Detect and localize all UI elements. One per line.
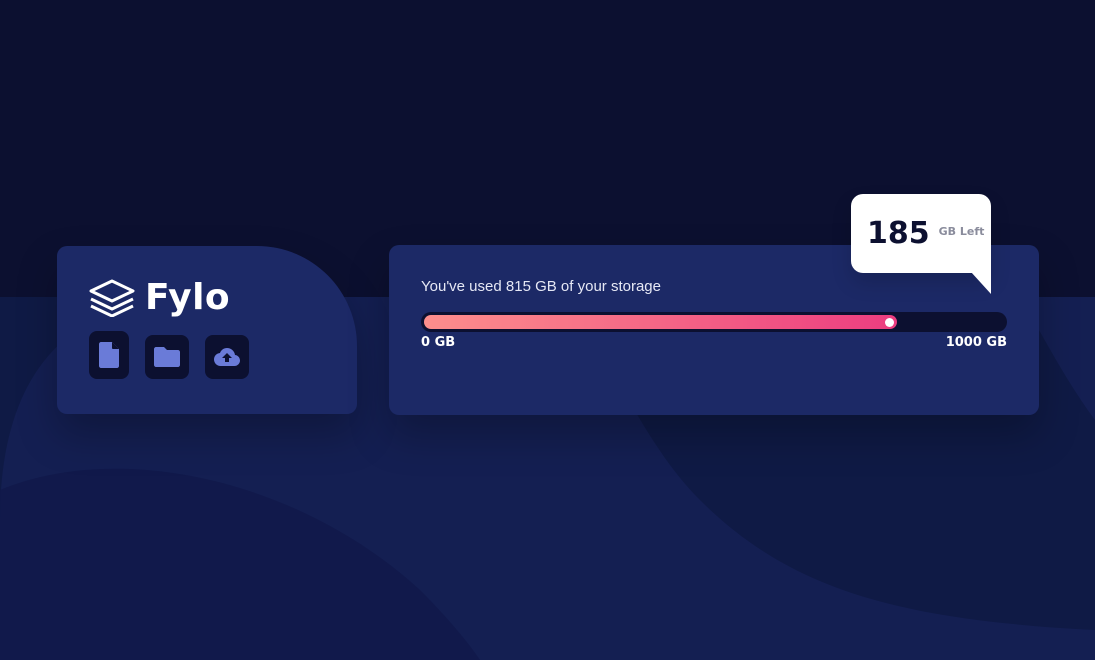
storage-usage-text: You've used 815 GB of your storage [421, 277, 1007, 297]
layers-logo-icon [89, 279, 135, 317]
usage-suffix: of your storage [556, 278, 661, 295]
file-icon [99, 342, 119, 368]
storage-progress-bar [421, 312, 1007, 332]
bubble-tail [971, 272, 991, 294]
remaining-bubble: 185 GB Left [851, 194, 991, 273]
logo: Fylo [89, 278, 357, 318]
upload-icon [214, 348, 240, 366]
folder-button[interactable] [145, 335, 189, 379]
folder-icon [154, 347, 180, 367]
min-label: 0 GB [421, 335, 456, 350]
upload-button[interactable] [205, 335, 249, 379]
usage-prefix: You've used [421, 278, 506, 295]
icon-toolbar [89, 331, 357, 379]
progress-knob [884, 317, 894, 327]
remaining-unit: GB Left [938, 225, 985, 238]
logo-text: Fylo [145, 277, 231, 318]
logo-card: Fylo [57, 246, 357, 414]
max-label: 1000 GB [945, 335, 1007, 350]
usage-value: 815 GB [505, 278, 557, 295]
progress-labels: 0 GB 1000 GB [421, 334, 1007, 352]
storage-progress-fill [424, 315, 897, 329]
remaining-value: 185 [867, 215, 930, 251]
document-button[interactable] [89, 331, 129, 379]
page-background: Fylo You've used 815 GB of your storage … [0, 0, 1095, 660]
